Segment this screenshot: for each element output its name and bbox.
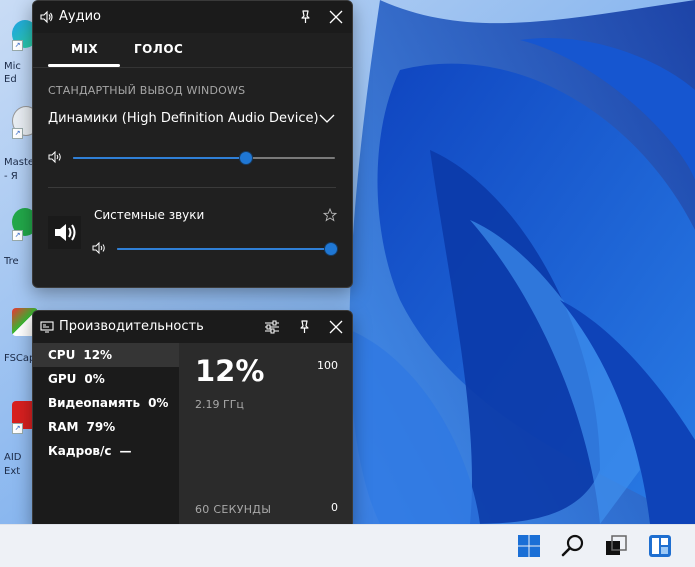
metric-label: Кадров/с bbox=[48, 444, 112, 458]
slider-fill bbox=[73, 157, 246, 159]
metric-ram[interactable]: RAM 79% bbox=[33, 415, 179, 439]
audio-title: Аудио bbox=[59, 9, 101, 24]
pin-icon[interactable] bbox=[294, 317, 314, 337]
close-icon[interactable] bbox=[326, 7, 346, 27]
metric-value: 79% bbox=[86, 420, 116, 434]
metric-fps[interactable]: Кадров/с — bbox=[33, 439, 179, 463]
speaker-icon bbox=[40, 10, 53, 24]
audio-widget: Аудио MIX ГОЛОС СТАНДАРТНЫЙ ВЫВОД WINDOW… bbox=[32, 0, 353, 288]
shortcut-arrow-icon: ↗ bbox=[12, 40, 23, 51]
performance-widget: Производительность CPU 12% GPU 0% Видеоп… bbox=[32, 310, 353, 529]
section-divider bbox=[48, 187, 336, 188]
volume-icon[interactable] bbox=[48, 150, 64, 164]
app-volume-slider[interactable] bbox=[117, 241, 337, 257]
metric-vram[interactable]: Видеопамять 0% bbox=[33, 391, 179, 415]
chevron-down-icon[interactable] bbox=[319, 112, 335, 124]
graph-max-label: 100 bbox=[317, 359, 338, 372]
shortcut-arrow-icon: ↗ bbox=[12, 128, 23, 139]
start-button[interactable] bbox=[514, 531, 544, 561]
search-icon[interactable] bbox=[558, 531, 588, 561]
slider-fill bbox=[117, 248, 331, 250]
graph-min-label: 0 bbox=[331, 501, 338, 514]
metric-label: GPU bbox=[48, 372, 77, 386]
metric-detail: 12% 2.19 ГГц 100 60 СЕКУНДЫ 0 bbox=[179, 343, 352, 528]
speaker-icon bbox=[48, 216, 81, 249]
star-icon[interactable] bbox=[323, 208, 337, 222]
metric-cpu[interactable]: CPU 12% bbox=[33, 343, 179, 367]
tab-voice[interactable]: ГОЛОС bbox=[134, 42, 183, 56]
metric-value: — bbox=[119, 444, 132, 458]
tab-mix[interactable]: MIX bbox=[71, 42, 98, 56]
metric-label: CPU bbox=[48, 348, 76, 362]
widgets-icon[interactable] bbox=[645, 531, 675, 561]
metric-value: 0% bbox=[84, 372, 105, 386]
audio-titlebar: Аудио bbox=[33, 1, 352, 33]
shortcut-arrow-icon: ↗ bbox=[12, 423, 23, 434]
metric-label: RAM bbox=[48, 420, 79, 434]
metric-label: Видеопамять bbox=[48, 396, 141, 410]
system-sounds-tile bbox=[48, 216, 81, 249]
pin-icon[interactable] bbox=[295, 7, 315, 27]
default-output-label: СТАНДАРТНЫЙ ВЫВОД WINDOWS bbox=[48, 84, 246, 97]
output-device-name[interactable]: Динамики (High Definition Audio Device) bbox=[48, 111, 319, 126]
metric-gpu[interactable]: GPU 0% bbox=[33, 367, 179, 391]
device-volume-slider[interactable] bbox=[73, 150, 335, 166]
metrics-list: CPU 12% GPU 0% Видеопамять 0% RAM 79% Ка… bbox=[33, 343, 179, 528]
shortcut-arrow-icon: ↗ bbox=[12, 230, 23, 241]
metric-value: 12% bbox=[83, 348, 113, 362]
taskbar bbox=[0, 524, 695, 567]
volume-icon[interactable] bbox=[92, 241, 108, 255]
graph-time-label: 60 СЕКУНДЫ bbox=[195, 503, 272, 516]
frequency-label: 2.19 ГГц bbox=[195, 398, 244, 411]
monitor-icon bbox=[40, 321, 54, 333]
tab-divider bbox=[33, 67, 352, 68]
task-view-icon[interactable] bbox=[601, 531, 631, 561]
performance-title: Производительность bbox=[59, 319, 204, 334]
current-value: 12% bbox=[195, 354, 265, 388]
slider-thumb[interactable] bbox=[325, 243, 337, 255]
settings-sliders-icon[interactable] bbox=[262, 317, 282, 337]
close-icon[interactable] bbox=[326, 317, 346, 337]
performance-titlebar: Производительность bbox=[33, 311, 352, 343]
app-name: Системные звуки bbox=[94, 208, 205, 222]
slider-thumb[interactable] bbox=[239, 152, 252, 164]
metric-value: 0% bbox=[148, 396, 169, 410]
